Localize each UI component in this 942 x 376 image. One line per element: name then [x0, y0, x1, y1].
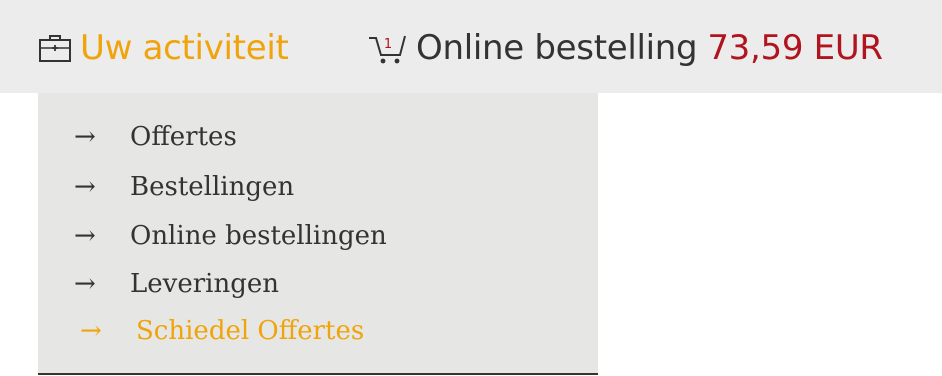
menu-item-offertes[interactable]: → Offertes	[74, 117, 237, 157]
menu-item-leveringen[interactable]: → Leveringen	[74, 264, 279, 304]
menu-item-label: Online bestellingen	[130, 221, 387, 251]
arrow-right-icon: →	[80, 316, 102, 346]
order-total: 73,59 EUR	[707, 28, 883, 68]
briefcase-icon	[38, 33, 72, 63]
header-bar: Uw activiteit 1 Online bestelling 73,59 …	[0, 0, 942, 93]
arrow-right-icon: →	[74, 221, 96, 251]
menu-item-schiedel-offertes[interactable]: → Schiedel Offertes	[80, 311, 364, 351]
cart-count: 1	[384, 37, 392, 52]
menu-item-label: Offertes	[130, 122, 237, 152]
arrow-right-icon: →	[74, 122, 96, 152]
activity-menu-button[interactable]: Uw activiteit	[38, 20, 289, 76]
activity-dropdown: → Offertes → Bestellingen → Online beste…	[38, 93, 598, 375]
menu-item-online-bestellingen[interactable]: → Online bestellingen	[74, 216, 387, 256]
arrow-right-icon: →	[74, 269, 96, 299]
menu-item-label: Bestellingen	[130, 172, 295, 202]
menu-item-label: Schiedel Offertes	[136, 316, 365, 346]
activity-label: Uw activiteit	[80, 28, 289, 68]
online-order-label: Online bestelling	[416, 28, 698, 68]
menu-item-label: Leveringen	[130, 269, 279, 299]
menu-item-bestellingen[interactable]: → Bestellingen	[74, 167, 294, 207]
arrow-right-icon: →	[74, 172, 96, 202]
online-order-link[interactable]: 1 Online bestelling 73,59 EUR	[366, 20, 883, 76]
cart-icon: 1	[366, 28, 408, 68]
